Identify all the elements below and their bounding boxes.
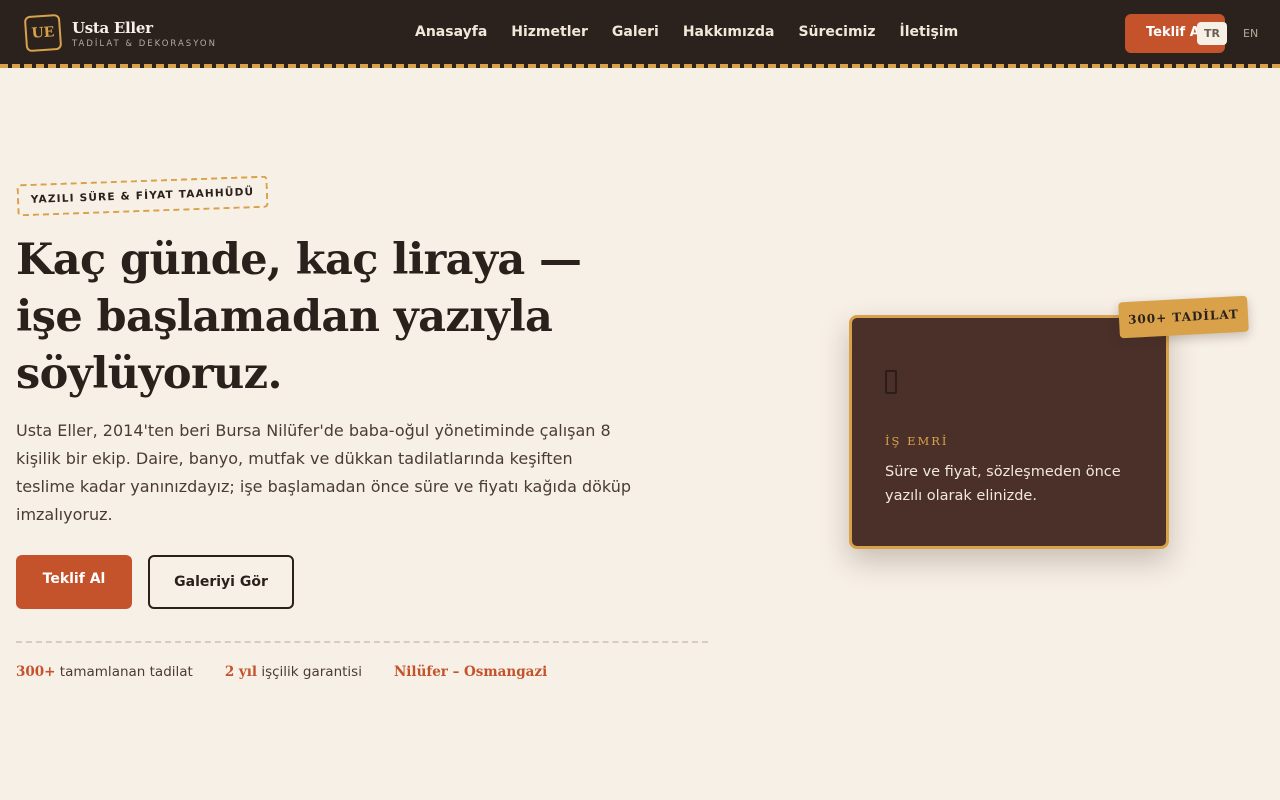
card-label: İŞ EMRİ (885, 434, 949, 448)
stat-renovations: 300+ tamamlanan tadilat (16, 664, 193, 680)
work-order-card: İŞ EMRİ Süre ve fiyat, sözleşmeden önce … (849, 315, 1169, 549)
hero-description: Usta Eller, 2014'ten beri Bursa Nilüfer'… (16, 421, 631, 524)
stat-value: 300+ (16, 664, 56, 680)
lang-en-button[interactable]: EN (1243, 27, 1258, 40)
nav-item-about[interactable]: Hakkımızda (671, 24, 787, 40)
nav-item-services[interactable]: Hizmetler (499, 24, 600, 40)
nav-item-process[interactable]: Sürecimiz (786, 24, 887, 40)
card-text: Süre ve fiyat, sözleşmeden önce yazılı o… (885, 464, 1121, 504)
brand-tagline: TADİLAT & DEKORASYON (72, 39, 217, 49)
stat-warranty: 2 yıl işçilik garantisi (225, 664, 362, 680)
site-header: UE Usta Eller TADİLAT & DEKORASYON Anasa… (0, 0, 1280, 66)
stats-row: 300+ tamamlanan tadilat 2 yıl işçilik ga… (16, 664, 579, 680)
stat-location: Nilüfer – Osmangazi (394, 664, 547, 680)
clipboard-icon (885, 370, 897, 394)
logo[interactable]: UE (23, 13, 63, 53)
get-quote-button[interactable]: Teklif Al (16, 555, 132, 609)
nav-item-contact[interactable]: İletişim (888, 24, 971, 40)
nav-item-gallery[interactable]: Galeri (600, 24, 671, 40)
stats-divider (16, 641, 708, 643)
header-stripe (0, 64, 1280, 68)
stat-value: 2 yıl (224, 664, 258, 680)
main-nav: Anasayfa Hizmetler Galeri Hakkımızda Sür… (403, 24, 970, 40)
brand-name[interactable]: Usta Eller (72, 19, 153, 37)
nav-item-home[interactable]: Anasayfa (403, 24, 499, 40)
stat-label: işçilik garantisi (261, 664, 362, 680)
lang-tr-button[interactable]: TR (1197, 22, 1227, 45)
hero-title: Kaç günde, kaç liraya — işe başlamadan y… (16, 235, 582, 399)
stat-label: tamamlanan tadilat (59, 664, 193, 680)
promise-badge: YAZILI SÜRE & FİYAT TAAHHÜDÜ (16, 175, 269, 217)
service-area: Nilüfer – Osmangazi (393, 664, 548, 680)
logo-text: UE (31, 24, 55, 42)
view-gallery-button[interactable]: Galeriyi Gör (148, 555, 294, 609)
renovation-count-ribbon: 300+ TADİLAT (1118, 295, 1249, 339)
